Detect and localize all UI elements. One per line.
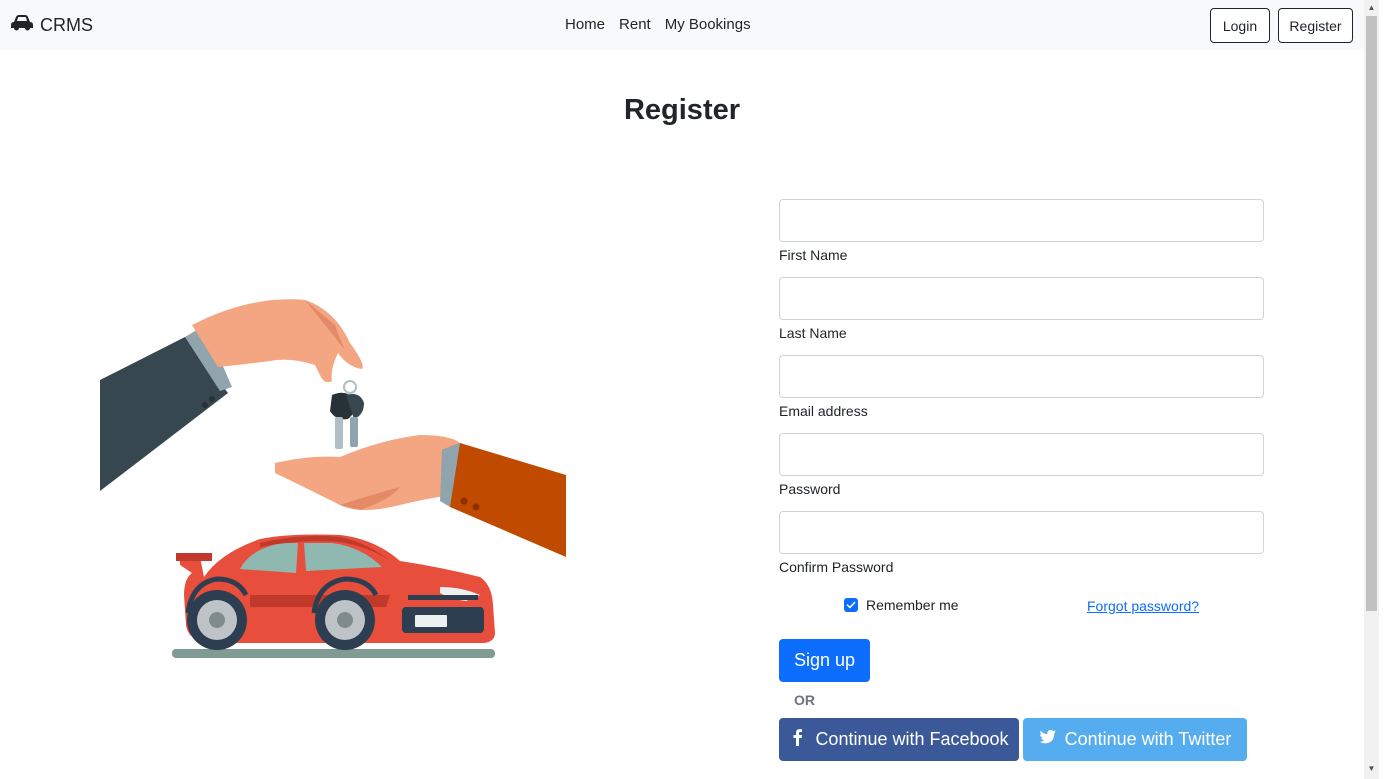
last-name-group: Last Name <box>779 277 1264 341</box>
remember-me-label: Remember me <box>866 597 959 613</box>
first-name-input[interactable] <box>779 199 1264 242</box>
email-label: Email address <box>779 403 868 419</box>
facebook-button-label: Continue with Facebook <box>815 729 1009 749</box>
scroll-thumb[interactable] <box>1366 16 1377 611</box>
password-group: Password <box>779 433 1264 497</box>
password-label: Password <box>779 481 841 497</box>
sign-up-button[interactable]: Sign up <box>779 639 870 682</box>
car-icon <box>10 13 34 38</box>
password-input[interactable] <box>779 433 1264 476</box>
confirm-password-label: Confirm Password <box>779 559 894 575</box>
facebook-icon <box>789 728 807 751</box>
brand-name: CRMS <box>40 15 93 35</box>
login-button[interactable]: Login <box>1210 8 1270 43</box>
email-input[interactable] <box>779 355 1264 398</box>
form-options: Remember me Forgot password? <box>779 597 1264 619</box>
page-scrollbar[interactable]: ▲ ▼ <box>1364 0 1379 779</box>
last-name-label: Last Name <box>779 325 847 341</box>
register-button[interactable]: Register <box>1278 8 1353 43</box>
page-title: Register <box>623 94 741 126</box>
twitter-icon <box>1039 728 1057 751</box>
last-name-input[interactable] <box>779 277 1264 320</box>
or-divider: OR <box>794 692 815 708</box>
forgot-password-link[interactable]: Forgot password? <box>1087 598 1199 614</box>
confirm-password-group: Confirm Password <box>779 511 1264 575</box>
scroll-down-arrow-icon[interactable]: ▼ <box>1364 763 1379 775</box>
confirm-password-input[interactable] <box>779 511 1264 554</box>
facebook-login-button[interactable]: Continue with Facebook <box>779 718 1019 761</box>
email-group: Email address <box>779 355 1264 419</box>
first-name-group: First Name <box>779 199 1264 263</box>
first-name-label: First Name <box>779 247 848 263</box>
nav-link-home[interactable]: Home <box>565 16 605 33</box>
register-form: First Name Last Name Email address Passw… <box>779 199 1264 589</box>
twitter-login-button[interactable]: Continue with Twitter <box>1023 718 1247 761</box>
remember-me-checkbox[interactable] <box>844 598 858 612</box>
check-icon <box>846 601 856 609</box>
nav-link-my-bookings[interactable]: My Bookings <box>665 16 751 33</box>
twitter-button-label: Continue with Twitter <box>1064 729 1232 749</box>
nav-link-rent[interactable]: Rent <box>619 16 651 33</box>
scroll-up-arrow-icon[interactable]: ▲ <box>1364 2 1379 14</box>
remember-me: Remember me <box>844 597 959 613</box>
car-keys-illustration <box>100 295 570 665</box>
navbar: CRMS Home Rent My Bookings Login Registe… <box>0 0 1364 50</box>
brand-link[interactable]: CRMS <box>10 13 93 38</box>
nav-links: Home Rent My Bookings <box>565 16 751 33</box>
